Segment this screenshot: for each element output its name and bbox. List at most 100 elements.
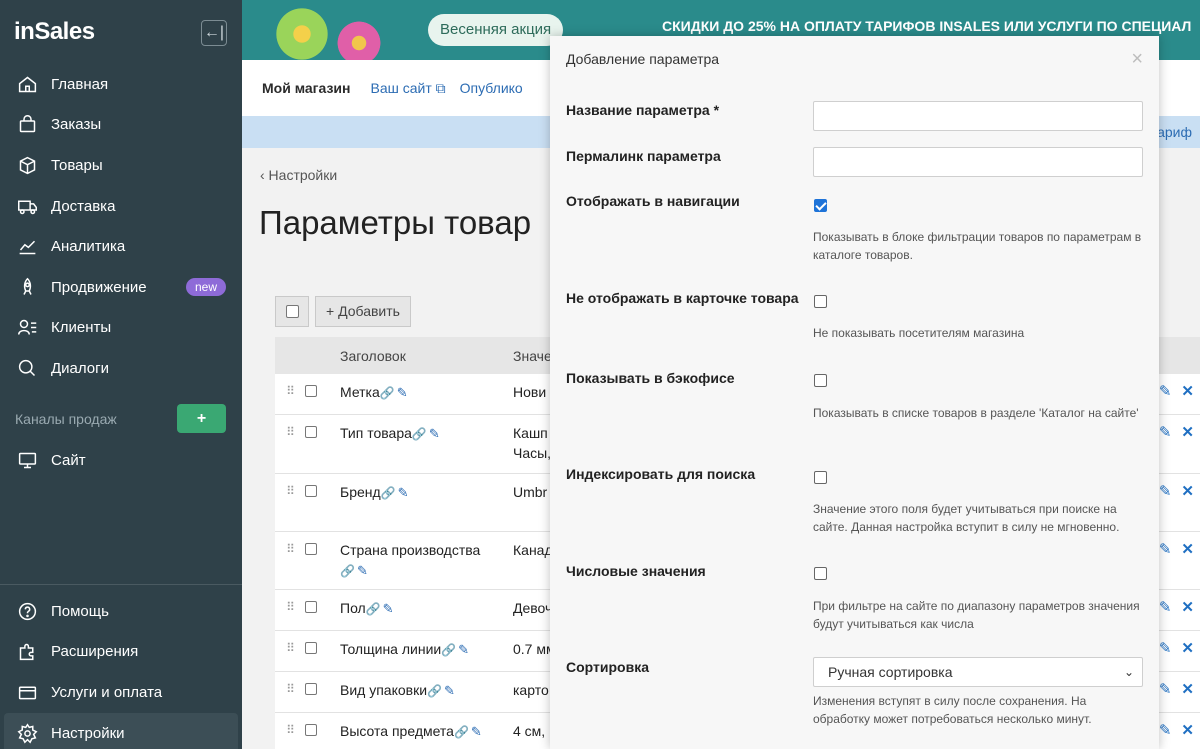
breadcrumb[interactable]: ‹ Настройки [260,167,337,183]
drag-handle-icon[interactable]: ⠿ [275,672,305,712]
name-input[interactable] [813,101,1143,131]
sidebar-item-products[interactable]: Товары [0,145,242,186]
edit-row-icon[interactable]: ✎ [1159,599,1172,616]
edit-icon[interactable]: ✎ [357,563,368,578]
sidebar-item-delivery[interactable]: Доставка [0,186,242,227]
link-icon[interactable]: 🔗 [366,602,381,616]
edit-row-icon[interactable]: ✎ [1159,424,1172,441]
edit-icon[interactable]: ✎ [444,683,455,698]
sort-select[interactable]: Ручная сортировка ⌄ [813,657,1143,687]
drag-handle-icon[interactable]: ⠿ [275,415,305,473]
edit-row-icon[interactable]: ✎ [1159,722,1172,739]
row-checkbox[interactable] [305,713,340,749]
delete-row-icon[interactable]: ✕ [1181,681,1194,698]
add-button[interactable]: + Добавить [315,296,411,327]
insales-logo[interactable]: inSales [14,18,95,46]
row-actions: ✎ ✕ [1159,423,1194,441]
edit-row-icon[interactable]: ✎ [1159,681,1172,698]
link-icon[interactable]: 🔗 [412,427,427,441]
spring-promo-button[interactable]: Весенняя акция [428,14,564,46]
link-icon[interactable]: 🔗 [427,684,442,698]
shop-name[interactable]: Мой магазин [262,80,350,96]
drag-handle-icon[interactable]: ⠿ [275,713,305,749]
edit-icon[interactable]: ✎ [471,724,482,739]
sidebar-item-settings[interactable]: Настройки [4,712,238,749]
index-checkbox[interactable] [814,471,827,484]
close-icon[interactable]: × [1131,48,1143,71]
permalink-input[interactable] [813,147,1143,177]
row-title: Тип товара🔗 ✎ [340,415,513,473]
drag-handle-icon[interactable]: ⠿ [275,474,305,531]
link-icon[interactable]: 🔗 [340,564,355,578]
row-title-text: Метка [340,384,380,400]
row-checkbox[interactable] [305,474,340,531]
drag-handle-icon[interactable]: ⠿ [275,590,305,630]
add-channel-button[interactable]: + [177,404,226,433]
hide-card-checkbox[interactable] [814,295,827,308]
row-actions: ✎ ✕ [1159,540,1194,558]
edit-icon[interactable]: ✎ [398,485,409,500]
delete-row-icon[interactable]: ✕ [1181,722,1194,739]
row-checkbox[interactable] [305,532,340,589]
row-value-text: Нови [513,384,547,400]
link-icon[interactable]: 🔗 [441,643,456,657]
row-checkbox[interactable] [305,415,340,473]
index-hint: Значение этого поля будет учитываться пр… [813,502,1120,534]
external-link-icon: ⧉ [435,79,446,96]
nav-checkbox[interactable] [814,199,827,212]
backoffice-checkbox[interactable] [814,374,827,387]
card-icon [16,681,38,703]
delete-row-icon[interactable]: ✕ [1181,483,1194,500]
tariff-link[interactable]: ариф [1157,124,1192,140]
edit-row-icon[interactable]: ✎ [1159,640,1172,657]
row-checkbox[interactable] [305,672,340,712]
header-value[interactable]: Значе [513,348,552,364]
drag-handle-icon[interactable]: ⠿ [275,532,305,589]
row-title: Толщина линии🔗 ✎ [340,631,513,671]
sidebar-item-promotion[interactable]: Продвижение new [0,267,242,308]
edit-icon[interactable]: ✎ [429,426,440,441]
flower-decoration [334,18,384,60]
edit-icon[interactable]: ✎ [458,642,469,657]
edit-icon[interactable]: ✎ [383,601,394,616]
delete-row-icon[interactable]: ✕ [1181,541,1194,558]
row-title: Вид упаковки🔗 ✎ [340,672,513,712]
sidebar-item-clients[interactable]: Клиенты [0,308,242,349]
edit-icon[interactable]: ✎ [397,385,408,400]
header-title[interactable]: Заголовок [340,348,513,364]
drag-handle-icon[interactable]: ⠿ [275,374,305,414]
link-icon[interactable]: 🔗 [454,725,469,739]
sidebar-item-help[interactable]: Помощь [0,591,242,632]
sidebar-item-site[interactable]: Сайт [0,440,242,481]
delete-row-icon[interactable]: ✕ [1181,383,1194,400]
sidebar-item-home[interactable]: Главная [0,64,242,105]
collapse-sidebar-icon[interactable]: ←| [201,20,227,46]
your-site-label: Ваш сайт [370,79,432,96]
select-all-checkbox[interactable] [275,296,309,327]
link-icon[interactable]: 🔗 [381,486,396,500]
edit-row-icon[interactable]: ✎ [1159,383,1172,400]
delete-row-icon[interactable]: ✕ [1181,424,1194,441]
chevron-down-icon: ⌄ [1123,665,1134,679]
sidebar-bottom-nav: Помощь Расширения Услуги и оплата Настро… [0,584,242,749]
sidebar-item-orders[interactable]: Заказы [0,105,242,146]
sidebar-item-dialogs[interactable]: Диалоги [0,348,242,389]
your-site-link[interactable]: Ваш сайт ⧉ [370,80,445,97]
edit-row-icon[interactable]: ✎ [1159,483,1172,500]
sidebar-item-extensions[interactable]: Расширения [0,632,242,673]
row-checkbox[interactable] [305,374,340,414]
publish-link[interactable]: Опублико [460,80,523,96]
numeric-checkbox[interactable] [814,567,827,580]
row-checkbox[interactable] [305,631,340,671]
edit-row-icon[interactable]: ✎ [1159,541,1172,558]
delete-row-icon[interactable]: ✕ [1181,599,1194,616]
sidebar-item-analytics[interactable]: Аналитика [0,226,242,267]
drag-handle-icon[interactable]: ⠿ [275,631,305,671]
sidebar-item-billing[interactable]: Услуги и оплата [0,672,242,713]
puzzle-icon [16,641,38,663]
sidebar-item-label: Доставка [51,197,116,215]
link-icon[interactable]: 🔗 [380,386,395,400]
row-actions: ✎ ✕ [1159,382,1194,400]
delete-row-icon[interactable]: ✕ [1181,640,1194,657]
row-checkbox[interactable] [305,590,340,630]
